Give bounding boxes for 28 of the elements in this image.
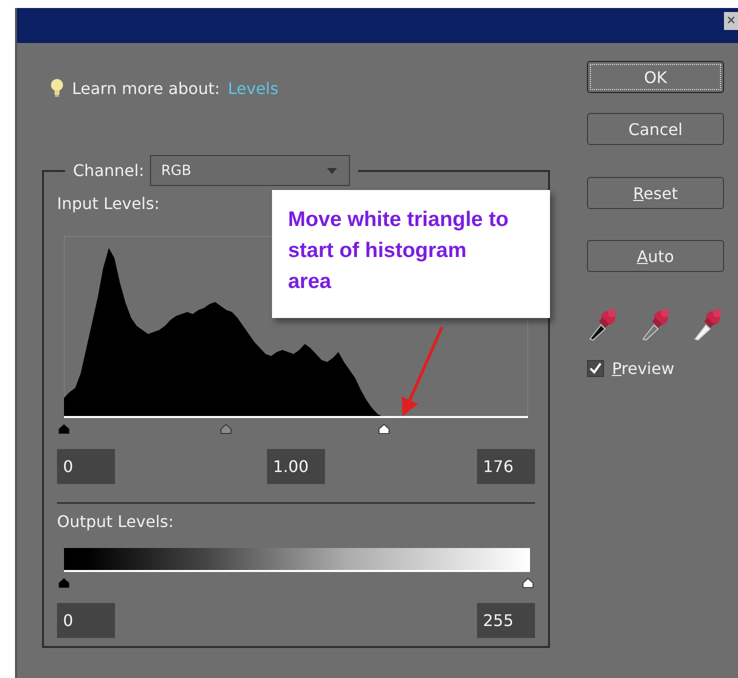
channel-label: Channel: [73,161,144,180]
number-field[interactable]: 1.00 [267,449,325,484]
output-levels-label: Output Levels: [57,512,175,533]
callout-text: Move white triangle to start of histogram area [288,207,510,295]
checkbox-icon[interactable] [587,360,604,377]
number-field[interactable]: 255 [477,603,535,638]
number-field[interactable]: 0 [57,603,115,638]
eyedropper-icon[interactable] [692,307,722,341]
slider-thumb[interactable] [522,578,534,588]
input-levels-label: Input Levels: [57,194,160,215]
caret-icon [327,168,338,174]
dialog-button[interactable]: OK [587,61,724,93]
slider-thumb[interactable] [58,578,70,588]
slider-thumb[interactable] [220,424,232,434]
preview-label[interactable]: Preview [612,359,674,378]
channel-dropdown[interactable]: RGB [150,155,350,186]
help-link[interactable]: Levels [228,78,278,98]
close-button[interactable]: ✕ [724,12,738,30]
eyedropper-icon[interactable] [587,307,617,341]
learn-more-label: Learn more about: [72,78,220,98]
number-field[interactable]: 176 [477,449,535,484]
dialog-button[interactable]: Reset [587,177,724,209]
slider-thumb[interactable] [58,424,70,434]
dialog-button[interactable]: Auto [587,240,724,272]
number-field[interactable]: 0 [57,449,115,484]
slider-thumb[interactable] [378,424,390,434]
dialog-button[interactable]: Cancel [587,113,724,145]
lightbulb-icon [50,78,64,98]
